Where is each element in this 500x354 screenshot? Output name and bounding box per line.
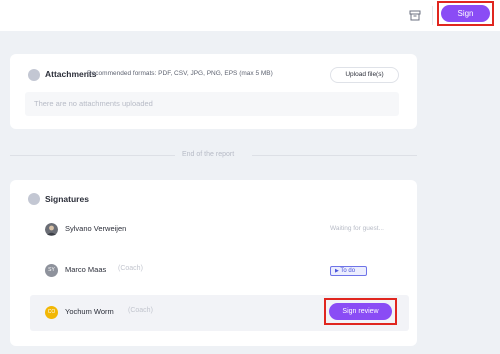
attachments-card: Attachments Recommended formats: PDF, CS… — [10, 54, 417, 129]
signer-name: Marco Maas — [65, 265, 107, 274]
sign-button[interactable]: Sign — [441, 5, 490, 22]
toolbar-divider — [432, 6, 433, 25]
signature-row: SY Marco Maas (Coach) ▶ To do — [30, 253, 409, 289]
attachments-empty-box: There are no attachments uploaded — [25, 92, 399, 116]
attachments-empty-text: There are no attachments uploaded — [34, 99, 153, 108]
todo-badge: ▶ To do — [330, 266, 367, 276]
sign-review-button[interactable]: Sign review — [329, 303, 392, 320]
signature-status: Waiting for guest... — [330, 225, 384, 232]
signer-name: Sylvano Verweijen — [65, 224, 127, 233]
signer-name: Yochum Worm — [65, 307, 114, 316]
top-bar: Sign — [0, 0, 500, 31]
signatures-title: Signatures — [45, 194, 89, 204]
signature-row: CO Yochum Worm (Coach) Sign review — [30, 295, 409, 331]
play-icon: ▶ — [335, 268, 339, 274]
archive-icon[interactable] — [409, 9, 421, 21]
end-of-report: End of the report — [182, 151, 235, 158]
signature-icon — [28, 193, 40, 205]
avatar — [45, 223, 58, 236]
avatar: SY — [45, 264, 58, 277]
end-divider-right — [252, 155, 417, 156]
avatar: CO — [45, 306, 58, 319]
upload-files-button[interactable]: Upload file(s) — [330, 67, 399, 83]
todo-label: To do — [340, 268, 356, 274]
sign-button-highlight: Sign — [437, 1, 494, 26]
signature-row: Sylvano Verweijen Waiting for guest... — [30, 212, 409, 248]
signer-role: (Coach) — [118, 265, 143, 272]
signatures-card: Signatures Sylvano Verweijen Waiting for… — [10, 180, 417, 346]
sign-review-highlight: Sign review — [324, 298, 397, 325]
signer-role: (Coach) — [128, 307, 153, 314]
attachment-icon — [28, 69, 40, 81]
end-divider-left — [10, 155, 175, 156]
recommended-formats: Recommended formats: PDF, CSV, JPG, PNG,… — [87, 70, 273, 77]
